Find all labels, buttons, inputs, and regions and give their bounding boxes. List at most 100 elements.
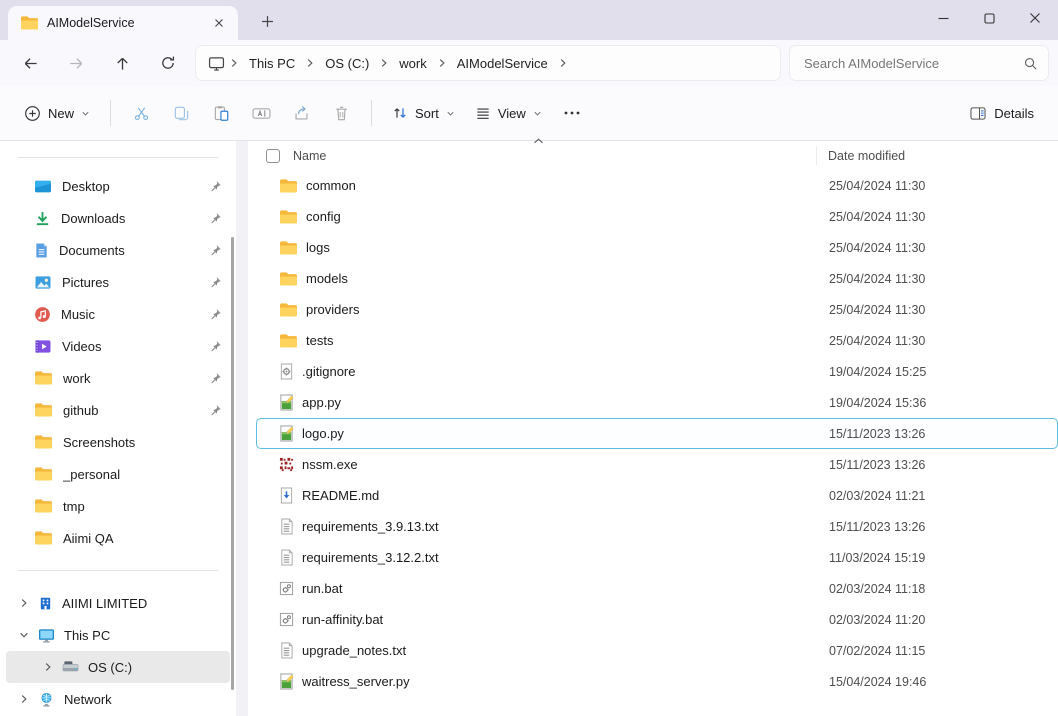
sidebar-item-downloads[interactable]: Downloads	[6, 202, 230, 234]
file-row-upgrade-notes-txt[interactable]: upgrade_notes.txt07/02/2024 11:15	[256, 635, 1058, 666]
file-row-tests[interactable]: tests25/04/2024 11:30	[256, 325, 1058, 356]
file-date-modified: 07/02/2024 11:15	[829, 644, 925, 658]
desktop-icon	[34, 179, 52, 194]
sidebar-item-label: Pictures	[62, 275, 209, 290]
sidebar-item-aiimi-qa[interactable]: Aiimi QA	[6, 522, 230, 554]
back-button[interactable]	[12, 47, 48, 79]
minimize-button[interactable]	[920, 0, 966, 36]
file-row-run-bat[interactable]: run.bat02/03/2024 11:18	[256, 573, 1058, 604]
file-explorer-window: AIModelService This PC OS (C:) work AIModel…	[0, 0, 1058, 716]
sidebar-tree-item-aiimi-limited[interactable]: AIIMI LIMITED	[6, 587, 230, 619]
sidebar-item-label: Desktop	[62, 179, 209, 194]
file-row-app-py[interactable]: app.py19/04/2024 15:36	[256, 387, 1058, 418]
downloads-icon	[34, 210, 51, 227]
explorer-tab[interactable]: AIModelService	[8, 6, 238, 40]
sidebar-tree-item-os-c[interactable]: OS (C:)	[6, 651, 230, 683]
sidebar-item-label: Screenshots	[63, 435, 230, 450]
refresh-button[interactable]	[150, 47, 186, 79]
sidebar-item-label: work	[63, 371, 209, 386]
expander-chevron-right-icon[interactable]	[42, 662, 54, 672]
file-name: models	[306, 271, 348, 286]
new-tab-button[interactable]	[254, 10, 280, 32]
sidebar-scrollbar[interactable]	[231, 237, 234, 690]
more-options-button[interactable]	[552, 95, 592, 131]
details-button[interactable]: Details	[959, 98, 1044, 129]
sidebar-item-label: Aiimi QA	[63, 531, 230, 546]
breadcrumb-item-os-c[interactable]: OS (C:)	[319, 52, 375, 75]
expander-chevron-down-icon[interactable]	[18, 630, 30, 640]
expander-chevron-right-icon[interactable]	[18, 694, 30, 704]
sidebar-item-videos[interactable]: Videos	[6, 330, 230, 362]
file-row-run-affinity-bat[interactable]: run-affinity.bat02/03/2024 11:20	[256, 604, 1058, 635]
file-row-common[interactable]: common25/04/2024 11:30	[256, 170, 1058, 201]
file-row-models[interactable]: models 25/04/2024 11:30	[256, 263, 1058, 294]
sidebar-item-pictures[interactable]: Pictures	[6, 266, 230, 298]
maximize-button[interactable]	[966, 0, 1012, 36]
file-row-nssm-exe[interactable]: nssm.exe15/11/2023 13:26	[256, 449, 1058, 480]
select-all-checkbox[interactable]	[266, 149, 280, 163]
close-button[interactable]	[1012, 0, 1058, 36]
cut-button[interactable]	[121, 95, 161, 131]
file-date-modified: 25/04/2024 11:30	[829, 241, 925, 255]
file-row-providers[interactable]: providers25/04/2024 11:30	[256, 294, 1058, 325]
up-button[interactable]	[104, 47, 140, 79]
expander-chevron-right-icon[interactable]	[18, 598, 30, 608]
sidebar-item-label: OS (C:)	[88, 660, 132, 675]
sidebar-item-screenshots[interactable]: Screenshots	[6, 426, 230, 458]
file-date-modified: 25/04/2024 11:30	[829, 272, 925, 286]
breadcrumb-item-aimodelservice[interactable]: AIModelService	[451, 52, 554, 75]
search-box[interactable]	[790, 46, 1048, 80]
file-date-modified: 02/03/2024 11:21	[829, 489, 925, 503]
tab-close-icon[interactable]	[208, 12, 230, 34]
folder-icon	[34, 434, 53, 450]
sidebar-divider	[18, 157, 218, 158]
sidebar-item-documents[interactable]: Documents	[6, 234, 230, 266]
sidebar-item-github[interactable]: github	[6, 394, 230, 426]
breadcrumb[interactable]: This PC OS (C:) work AIModelService	[196, 46, 780, 80]
sort-label: Sort	[415, 106, 439, 121]
file-row-requirements-3-12-2-txt[interactable]: requirements_3.12.2.txt11/03/2024 15:19	[256, 542, 1058, 573]
chevron-right-icon	[305, 58, 315, 68]
view-button[interactable]: View	[465, 98, 552, 129]
rename-button[interactable]	[241, 95, 281, 131]
share-button[interactable]	[281, 95, 321, 131]
file-row-config[interactable]: config25/04/2024 11:30	[256, 201, 1058, 232]
file-row-requirements-3-9-13-txt[interactable]: requirements_3.9.13.txt15/11/2023 13:26	[256, 511, 1058, 542]
pane-splitter[interactable]	[236, 141, 248, 716]
forward-button[interactable]	[58, 47, 94, 79]
sort-button[interactable]: Sort	[382, 97, 465, 129]
sidebar-item-desktop[interactable]: Desktop	[6, 170, 230, 202]
folder-icon	[279, 333, 298, 349]
file-row-logs[interactable]: logs 25/04/2024 11:30	[256, 232, 1058, 263]
column-separator[interactable]	[816, 146, 817, 165]
file-name: common	[306, 178, 356, 193]
chevron-down-icon	[81, 109, 90, 118]
column-header-date-modified[interactable]: Date modified	[828, 149, 905, 163]
breadcrumb-item-work[interactable]: work	[393, 52, 432, 75]
file-name: config	[306, 209, 341, 224]
delete-button[interactable]	[321, 95, 361, 131]
file-date-modified: 25/04/2024 11:30	[829, 334, 925, 348]
breadcrumb-item-this-pc[interactable]: This PC	[243, 52, 301, 75]
sidebar-item-music[interactable]: Music	[6, 298, 230, 330]
sidebar-tree-item-network[interactable]: Network	[6, 683, 230, 715]
sidebar-tree-item-this-pc[interactable]: This PC	[6, 619, 230, 651]
sidebar-item-work[interactable]: work	[6, 362, 230, 394]
chevron-right-icon	[558, 58, 568, 68]
file-name: logs	[306, 240, 330, 255]
file-row-gitignore[interactable]: .gitignore19/04/2024 15:25	[256, 356, 1058, 387]
file-row-logo-py[interactable]: logo.py15/11/2023 13:26	[256, 418, 1058, 449]
search-input[interactable]	[804, 56, 1023, 71]
toolbar-divider	[371, 100, 372, 126]
new-button[interactable]: New	[14, 97, 100, 130]
search-icon[interactable]	[1023, 56, 1038, 71]
copy-button[interactable]	[161, 95, 201, 131]
paste-button[interactable]	[201, 95, 241, 131]
videos-icon	[34, 339, 52, 354]
file-date-modified: 11/03/2024 15:19	[829, 551, 925, 565]
sidebar-item-tmp[interactable]: tmp	[6, 490, 230, 522]
file-row-readme-md[interactable]: README.md02/03/2024 11:21	[256, 480, 1058, 511]
file-row-waitress-server-py[interactable]: waitress_server.py15/04/2024 19:46	[256, 666, 1058, 697]
column-header-name[interactable]: Name	[293, 149, 326, 163]
sidebar-item-personal[interactable]: _personal	[6, 458, 230, 490]
